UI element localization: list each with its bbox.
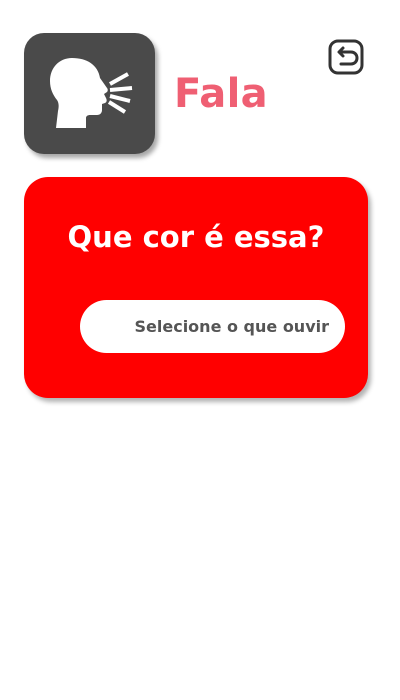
page: Fala Que cor é essa? Selecione o que ouv…: [0, 0, 400, 700]
return-icon: [328, 39, 364, 75]
select-audio-button[interactable]: Selecione o que ouvir: [80, 300, 345, 353]
page-title: Fala: [174, 71, 268, 117]
select-button-label: Selecione o que ouvir: [134, 317, 330, 336]
question-text: Que cor é essa?: [67, 220, 325, 254]
question-card: Que cor é essa? Selecione o que ouvir: [24, 177, 368, 398]
back-button[interactable]: [326, 37, 366, 77]
speaking-head-icon: [24, 33, 155, 154]
